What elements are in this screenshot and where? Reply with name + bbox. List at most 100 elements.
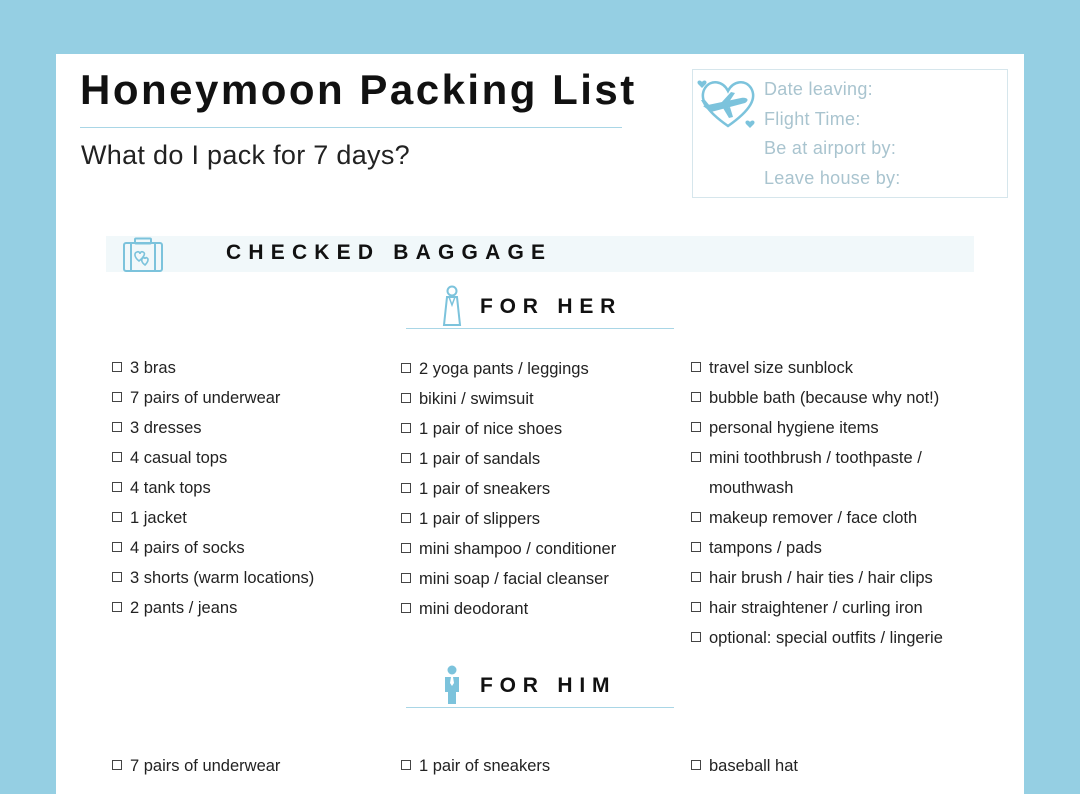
- for-him-title: FOR HIM: [480, 674, 617, 697]
- her-list-column-2: 2 yoga pants / leggings bikini / swimsui…: [401, 354, 616, 624]
- airport-time-label: Be at airport by:: [764, 138, 897, 158]
- checkbox[interactable]: [112, 512, 122, 522]
- checkbox[interactable]: [401, 483, 411, 493]
- list-item[interactable]: travel size sunblock: [691, 353, 943, 383]
- checkbox[interactable]: [691, 542, 701, 552]
- list-item[interactable]: tampons / pads: [691, 533, 943, 563]
- item-label: hair brush / hair ties / hair clips: [709, 569, 933, 587]
- item-label: mouthwash: [709, 479, 794, 497]
- checkbox[interactable]: [112, 392, 122, 402]
- item-label: 1 jacket: [130, 509, 187, 527]
- checked-baggage-banner: CHECKED BAGGAGE: [106, 236, 974, 272]
- list-item[interactable]: 3 dresses: [112, 413, 314, 443]
- checkbox[interactable]: [112, 482, 122, 492]
- item-label: optional: special outfits / lingerie: [709, 629, 943, 647]
- list-item[interactable]: 3 shorts (warm locations): [112, 563, 314, 593]
- item-label: 3 dresses: [130, 419, 202, 437]
- list-item[interactable]: 1 pair of sneakers: [401, 474, 616, 504]
- item-label: 1 pair of nice shoes: [419, 420, 563, 438]
- item-label: 3 bras: [130, 359, 176, 377]
- list-item[interactable]: 1 jacket: [112, 503, 314, 533]
- travel-info-box: Date leaving: Flight Time: Be at airport…: [692, 69, 1008, 198]
- checkbox[interactable]: [401, 453, 411, 463]
- list-item[interactable]: 2 yoga pants / leggings: [401, 354, 616, 384]
- checkbox[interactable]: [401, 513, 411, 523]
- list-item[interactable]: hair straightener / curling iron: [691, 593, 943, 623]
- checkbox[interactable]: [112, 542, 122, 552]
- item-label: bikini / swimsuit: [419, 390, 534, 408]
- item-label: mini soap / facial cleanser: [419, 570, 609, 588]
- list-item[interactable]: 7 pairs of underwear: [112, 383, 314, 413]
- item-label: mini shampoo / conditioner: [419, 540, 617, 558]
- checkbox[interactable]: [691, 572, 701, 582]
- list-item[interactable]: bubble bath (because why not!): [691, 383, 943, 413]
- list-item[interactable]: mini soap / facial cleanser: [401, 564, 616, 594]
- checkbox[interactable]: [401, 423, 411, 433]
- list-item[interactable]: 1 pair of nice shoes: [401, 414, 616, 444]
- her-list-column-3: travel size sunblock bubble bath (becaus…: [691, 353, 943, 653]
- list-item[interactable]: 1 pair of sneakers: [401, 751, 550, 781]
- list-item[interactable]: mini deodorant: [401, 594, 616, 624]
- checkbox[interactable]: [112, 362, 122, 372]
- checkbox[interactable]: [401, 393, 411, 403]
- checkbox[interactable]: [691, 632, 701, 642]
- checkbox[interactable]: [401, 573, 411, 583]
- for-him-divider: [406, 707, 674, 708]
- checkbox[interactable]: [401, 603, 411, 613]
- item-label: 1 pair of sandals: [419, 450, 541, 468]
- item-label: 2 pants / jeans: [130, 599, 238, 617]
- list-item[interactable]: makeup remover / face cloth: [691, 503, 943, 533]
- checkbox[interactable]: [691, 760, 701, 770]
- item-label: hair straightener / curling iron: [709, 599, 923, 617]
- list-item-continuation: mouthwash: [691, 473, 943, 503]
- checkbox[interactable]: [112, 452, 122, 462]
- date-leaving-label: Date leaving:: [764, 79, 873, 99]
- leave-house-label: Leave house by:: [764, 167, 901, 188]
- checkbox[interactable]: [401, 760, 411, 770]
- page-title: Honeymoon Packing List: [80, 66, 637, 113]
- list-item[interactable]: mini shampoo / conditioner: [401, 534, 616, 564]
- list-item[interactable]: personal hygiene items: [691, 413, 943, 443]
- flight-time-label: Flight Time:: [764, 108, 861, 129]
- item-label: 2 yoga pants / leggings: [419, 360, 589, 378]
- checkbox[interactable]: [112, 602, 122, 612]
- list-item[interactable]: 3 bras: [112, 353, 314, 383]
- title-divider: [80, 127, 622, 128]
- for-her-title: FOR HER: [480, 295, 623, 318]
- list-item[interactable]: 7 pairs of underwear: [112, 751, 280, 781]
- item-label: travel size sunblock: [709, 359, 853, 377]
- list-item[interactable]: bikini / swimsuit: [401, 384, 616, 414]
- suitcase-icon: [123, 237, 163, 272]
- list-item[interactable]: 1 pair of slippers: [401, 504, 616, 534]
- checkbox[interactable]: [691, 362, 701, 372]
- item-label: 7 pairs of underwear: [130, 389, 281, 407]
- list-item[interactable]: 4 pairs of socks: [112, 533, 314, 563]
- checkbox[interactable]: [691, 392, 701, 402]
- item-label: 3 shorts (warm locations): [130, 569, 315, 587]
- list-item[interactable]: optional: special outfits / lingerie: [691, 623, 943, 653]
- checkbox[interactable]: [691, 602, 701, 612]
- checkbox[interactable]: [691, 422, 701, 432]
- checkbox[interactable]: [112, 760, 122, 770]
- checkbox[interactable]: [691, 512, 701, 522]
- list-item[interactable]: hair brush / hair ties / hair clips: [691, 563, 943, 593]
- for-her-header: FOR HER: [406, 285, 674, 329]
- packing-list-page: Honeymoon Packing List What do I pack fo…: [56, 54, 1024, 794]
- checkbox[interactable]: [112, 422, 122, 432]
- item-label: baseball hat: [709, 757, 798, 775]
- checkbox[interactable]: [112, 572, 122, 582]
- list-item[interactable]: 4 casual tops: [112, 443, 314, 473]
- item-label: tampons / pads: [709, 539, 822, 557]
- list-item[interactable]: 4 tank tops: [112, 473, 314, 503]
- for-her-divider: [406, 328, 674, 329]
- checkbox[interactable]: [401, 363, 411, 373]
- list-item[interactable]: baseball hat: [691, 751, 798, 781]
- woman-icon: [442, 285, 462, 326]
- checkbox[interactable]: [401, 543, 411, 553]
- checkbox[interactable]: [691, 452, 701, 462]
- item-label: bubble bath (because why not!): [709, 389, 940, 407]
- list-item[interactable]: mini toothbrush / toothpaste /: [691, 443, 943, 473]
- list-item[interactable]: 1 pair of sandals: [401, 444, 616, 474]
- item-label: 4 casual tops: [130, 449, 228, 467]
- list-item[interactable]: 2 pants / jeans: [112, 593, 314, 623]
